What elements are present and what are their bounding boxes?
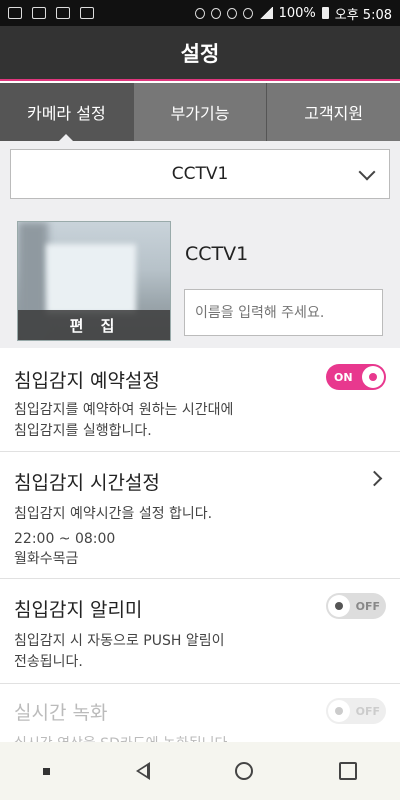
mute-icon xyxy=(226,7,237,19)
image-icon xyxy=(56,7,70,19)
signal-icon xyxy=(258,7,273,19)
setting-desc: 침입감지를 예약하여 원하는 시간대에 침입감지를 실행합니다. xyxy=(14,402,234,439)
system-icons: 100% 오후 5:08 xyxy=(194,4,392,23)
camera-thumbnail[interactable]: 편 집 xyxy=(17,221,171,341)
camera-name: CCTV1 xyxy=(185,243,249,265)
sync-icon xyxy=(80,7,94,19)
home-icon[interactable] xyxy=(235,762,254,780)
menu-dot-icon[interactable] xyxy=(42,767,50,775)
nfc-icon xyxy=(210,7,221,19)
toggle-label: OFF xyxy=(355,704,380,718)
setting-title: 실시간 녹화 xyxy=(14,702,108,724)
bluetooth-icon xyxy=(194,7,205,19)
camera-dropdown-value: CCTV1 xyxy=(171,164,229,184)
toggle-label: OFF xyxy=(355,599,380,613)
camera-name-input[interactable] xyxy=(184,289,383,336)
page-title: 설정 xyxy=(0,26,400,81)
setting-desc: 침입감지 예약시간을 설정 합니다. xyxy=(14,506,213,522)
setting-intrusion-time[interactable]: 침입감지 시간설정 침입감지 예약시간을 설정 합니다. 22:00 ~ 08:… xyxy=(0,452,400,579)
battery-percent: 100% xyxy=(278,5,316,21)
thumbnail-window xyxy=(46,244,136,314)
setting-title: 침입감지 예약설정 xyxy=(14,370,160,392)
setting-title: 침입감지 시간설정 xyxy=(14,472,160,494)
chevron-down-icon xyxy=(358,163,376,181)
clock: 오후 5:08 xyxy=(334,7,392,23)
status-bar: 100% 오후 5:08 xyxy=(0,0,400,26)
battery-icon xyxy=(321,7,329,19)
back-icon[interactable] xyxy=(135,762,150,780)
alarm-icon xyxy=(242,7,253,19)
setting-intrusion-alert: 침입감지 알리미 OFF 침입감지 시 자동으로 PUSH 알림이 전송됩니다. xyxy=(0,579,400,684)
toggle-knob xyxy=(362,366,384,388)
tab-extra-features[interactable]: 부가기능 xyxy=(134,83,268,141)
toggle-knob xyxy=(328,595,350,617)
chevron-right-icon xyxy=(366,470,383,487)
recent-apps-icon[interactable] xyxy=(339,762,358,780)
setting-realtime-recording: 실시간 녹화 OFF 실시간 영상을 SD카드에 녹화됩니다. xyxy=(0,684,400,742)
realtime-recording-toggle[interactable]: OFF xyxy=(326,698,386,724)
intrusion-alert-toggle[interactable]: OFF xyxy=(326,593,386,619)
camera-selector-area: CCTV1 xyxy=(0,141,400,207)
tab-customer-support[interactable]: 고객지원 xyxy=(267,83,400,141)
tab-bar: 카메라 설정 부가기능 고객지원 xyxy=(0,83,400,141)
setting-desc: 침입감지 시 자동으로 PUSH 알림이 전송됩니다. xyxy=(14,633,225,670)
intrusion-schedule-toggle[interactable]: ON xyxy=(326,364,386,390)
setting-intrusion-schedule: 침입감지 예약설정 ON 침입감지를 예약하여 원하는 시간대에 침입감지를 실… xyxy=(0,348,400,452)
schedule-days: 월화수목금 xyxy=(14,551,79,567)
system-nav-bar xyxy=(0,742,400,800)
headset-icon xyxy=(32,7,46,19)
setting-desc: 실시간 영상을 SD카드에 녹화됩니다. xyxy=(14,734,232,742)
schedule-time: 22:00 ~ 08:00 xyxy=(14,531,116,547)
camera-dropdown[interactable]: CCTV1 xyxy=(10,149,390,199)
setting-title: 침입감지 알리미 xyxy=(14,599,143,621)
toggle-label: ON xyxy=(334,370,353,384)
toggle-knob xyxy=(328,700,350,722)
notification-icons xyxy=(8,7,94,19)
camera-info: 편 집 CCTV1 xyxy=(0,207,400,348)
app-icon xyxy=(8,7,22,19)
tab-camera-settings[interactable]: 카메라 설정 xyxy=(0,83,134,141)
edit-thumbnail-button[interactable]: 편 집 xyxy=(18,310,170,340)
